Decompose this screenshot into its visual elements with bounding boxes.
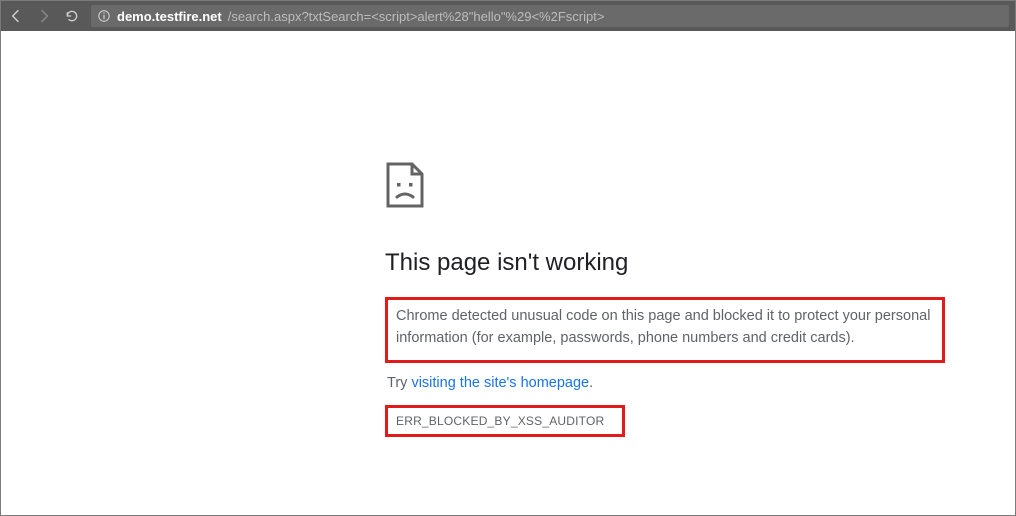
error-code: ERR_BLOCKED_BY_XSS_AUDITOR bbox=[396, 414, 604, 428]
arrow-left-icon bbox=[8, 8, 24, 24]
try-suffix: . bbox=[589, 375, 593, 391]
try-prefix: Try bbox=[387, 375, 411, 391]
highlight-box-description: Chrome detected unusual code on this pag… bbox=[385, 297, 945, 363]
highlight-box-code: ERR_BLOCKED_BY_XSS_AUDITOR bbox=[385, 405, 625, 437]
browser-toolbar: demo.testfire.net/search.aspx?txtSearch=… bbox=[1, 1, 1015, 31]
homepage-link[interactable]: visiting the site's homepage bbox=[411, 375, 589, 391]
url-path: /search.aspx?txtSearch=<script>alert%28"… bbox=[228, 9, 605, 24]
back-button[interactable] bbox=[7, 1, 25, 31]
reload-button[interactable] bbox=[63, 1, 81, 31]
error-description: Chrome detected unusual code on this pag… bbox=[396, 306, 934, 350]
try-line: Try visiting the site's homepage. bbox=[387, 375, 945, 391]
address-bar[interactable]: demo.testfire.net/search.aspx?txtSearch=… bbox=[91, 5, 1009, 27]
error-panel: This page isn't working Chrome detected … bbox=[385, 161, 945, 437]
browser-window: demo.testfire.net/search.aspx?txtSearch=… bbox=[0, 0, 1016, 516]
site-info-icon[interactable] bbox=[97, 9, 111, 23]
reload-icon bbox=[64, 8, 80, 24]
page-viewport: This page isn't working Chrome detected … bbox=[1, 31, 1015, 515]
error-title: This page isn't working bbox=[385, 249, 945, 277]
forward-button[interactable] bbox=[35, 1, 53, 31]
url-host: demo.testfire.net bbox=[117, 9, 222, 24]
sad-file-icon bbox=[385, 161, 425, 209]
arrow-right-icon bbox=[36, 8, 52, 24]
